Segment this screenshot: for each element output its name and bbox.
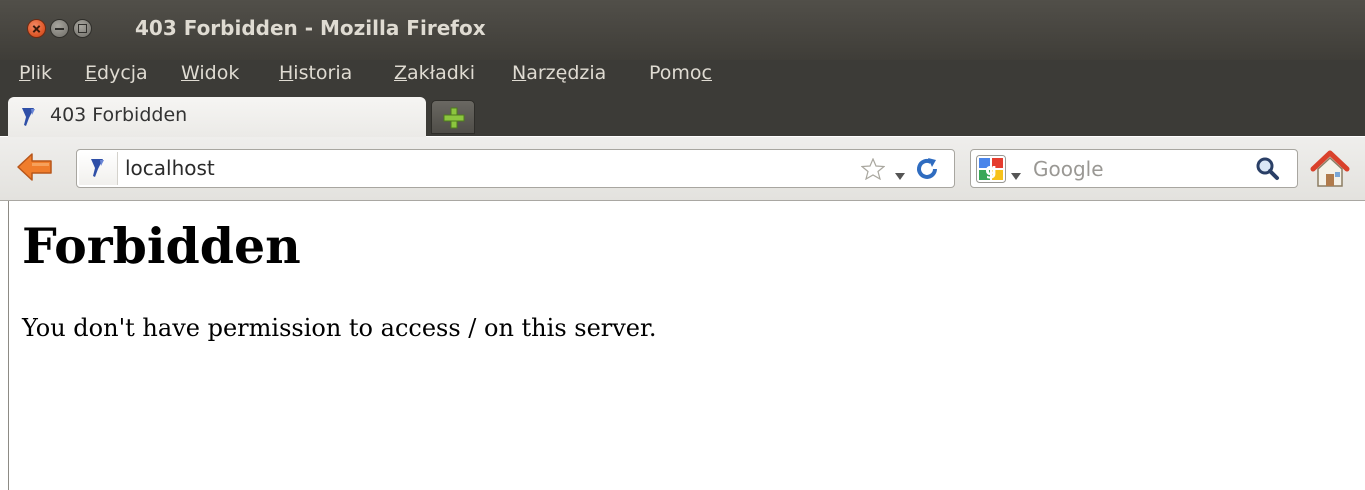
chevron-down-icon[interactable]: [895, 165, 905, 184]
page-content: Forbidden You don't have permission to a…: [8, 201, 1365, 490]
home-icon[interactable]: [1310, 149, 1350, 193]
svg-text:g: g: [985, 160, 996, 179]
search-icon[interactable]: [1255, 156, 1281, 186]
menu-file[interactable]: Plik: [19, 62, 52, 84]
search-bar[interactable]: g Google: [970, 149, 1298, 188]
tab-403-forbidden[interactable]: 403 Forbidden: [8, 97, 426, 137]
browser-window: 403 Forbidden - Mozilla Firefox Plik Edy…: [0, 0, 1365, 490]
reload-icon[interactable]: [915, 157, 939, 185]
close-icon[interactable]: [27, 19, 46, 38]
menu-edit[interactable]: Edycja: [85, 62, 148, 84]
tab-label: 403 Forbidden: [50, 104, 188, 126]
menu-tools[interactable]: Narzędzia: [512, 62, 606, 84]
url-input[interactable]: localhost: [125, 156, 215, 180]
apache-feather-icon: [20, 107, 36, 131]
chevron-down-icon[interactable]: [1011, 165, 1021, 184]
maximize-icon[interactable]: [73, 19, 92, 38]
plus-icon: [443, 107, 465, 129]
back-arrow-icon[interactable]: [16, 152, 54, 186]
site-identity-button[interactable]: [79, 152, 118, 185]
google-icon[interactable]: g: [976, 155, 1006, 187]
menu-help[interactable]: Pomoc: [649, 62, 712, 84]
url-bar[interactable]: localhost: [76, 149, 955, 188]
menu-bookmarks[interactable]: Zakładki: [394, 62, 475, 84]
star-icon[interactable]: [860, 157, 886, 184]
search-input[interactable]: Google: [1033, 157, 1104, 181]
minimize-icon[interactable]: [50, 19, 69, 38]
window-title: 403 Forbidden - Mozilla Firefox: [135, 16, 486, 40]
new-tab-button[interactable]: [431, 100, 475, 134]
page-heading: Forbidden: [22, 217, 301, 275]
menu-history[interactable]: Historia: [279, 62, 352, 84]
error-message: You don't have permission to access / on…: [22, 314, 657, 342]
menu-view[interactable]: Widok: [181, 62, 239, 84]
apache-feather-icon: [91, 159, 104, 177]
